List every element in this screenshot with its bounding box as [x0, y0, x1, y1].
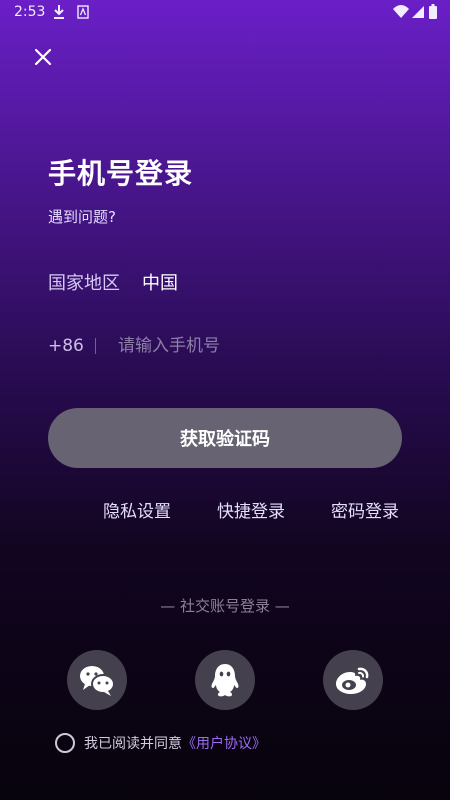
country-code[interactable]: +86	[48, 336, 84, 356]
wechat-icon	[80, 666, 115, 696]
help-link[interactable]: 遇到问题?	[48, 206, 116, 227]
status-bar: 2:53	[0, 0, 450, 24]
password-login-link[interactable]: 密码登录	[331, 497, 399, 522]
wechat-login-button[interactable]	[67, 650, 127, 710]
region-label: 国家地区	[48, 273, 120, 294]
signal-icon	[412, 6, 424, 18]
quick-login-link[interactable]: 快捷登录	[217, 497, 285, 522]
close-button[interactable]	[30, 44, 56, 70]
wifi-icon	[393, 5, 409, 18]
privacy-settings-link[interactable]: 隐私设置	[103, 497, 171, 522]
weibo-icon	[336, 667, 369, 694]
page-title: 手机号登录	[48, 157, 194, 190]
battery-icon	[429, 4, 437, 19]
user-agreement-link[interactable]: 《用户协议》	[182, 733, 266, 753]
qq-login-button[interactable]	[195, 650, 255, 710]
weibo-login-button[interactable]	[323, 650, 383, 710]
sim-a-icon	[77, 5, 89, 19]
agreement-text: 我已阅读并同意	[84, 736, 182, 752]
agree-checkbox[interactable]	[55, 733, 75, 753]
agreement-row: 我已阅读并同意 《用户协议》	[55, 731, 266, 755]
qq-icon	[211, 664, 239, 697]
download-icon	[54, 5, 64, 19]
region-value[interactable]: 中国	[142, 269, 178, 295]
close-icon	[34, 48, 52, 66]
social-login-title: — 社交账号登录 —	[160, 597, 290, 615]
status-time: 2:53	[14, 4, 46, 20]
divider	[95, 338, 96, 354]
get-code-button[interactable]: 获取验证码	[48, 408, 402, 468]
phone-input[interactable]	[118, 330, 398, 362]
